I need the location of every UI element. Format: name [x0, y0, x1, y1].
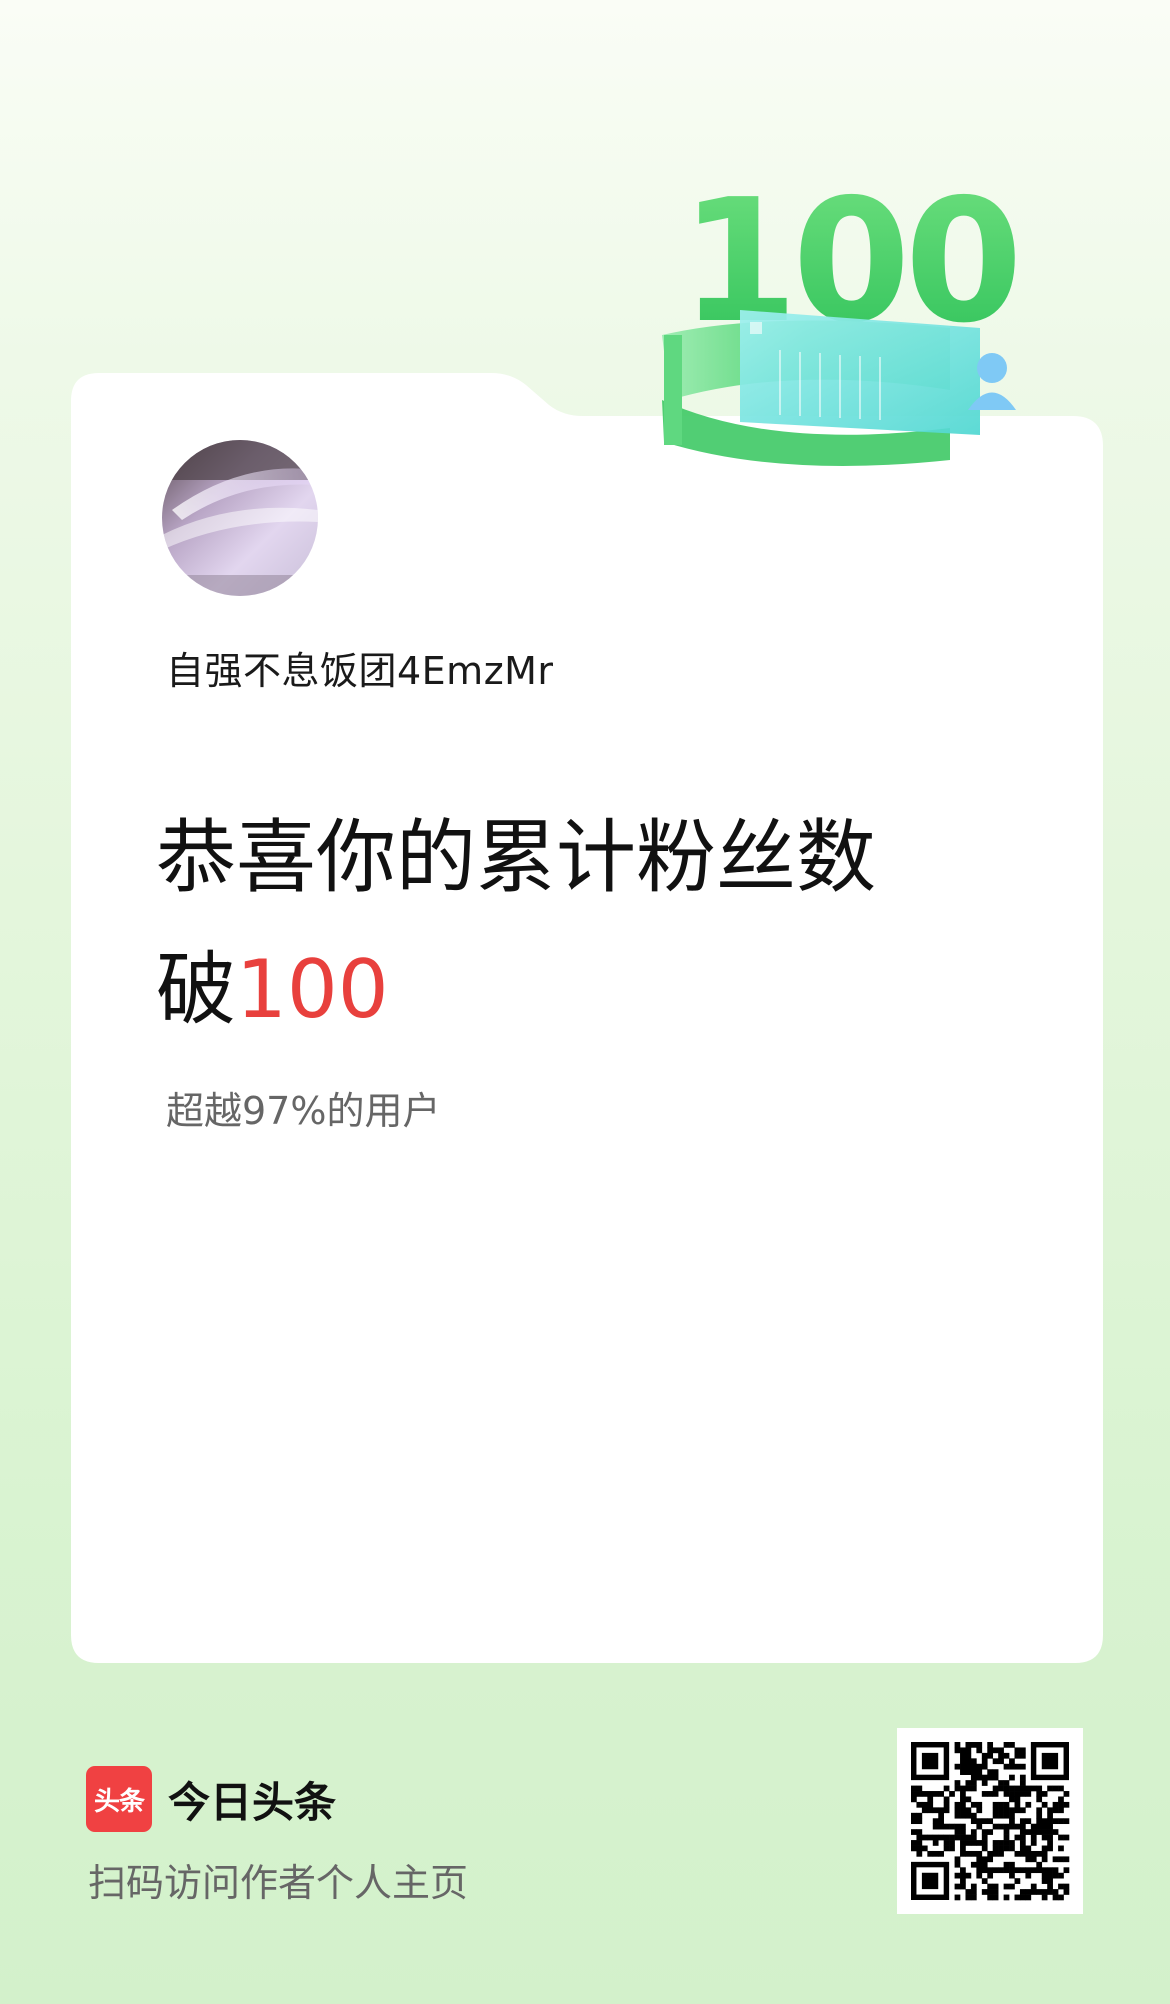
footer-hint: 扫码访问作者个人主页 [88, 1861, 469, 1905]
username: 自强不息饭团4EmzMr [166, 649, 554, 693]
avatar [162, 440, 318, 596]
milestone-headline: 恭喜你的累计粉丝数 破100 [156, 792, 976, 1056]
headline-line-1: 恭喜你的累计粉丝数 [156, 811, 876, 904]
surpass-text: 超越97%的用户 [166, 1089, 441, 1133]
qr-code[interactable] [897, 1728, 1083, 1914]
logo-text: 头条 [93, 1786, 145, 1817]
app-name: 今日头条 [168, 1777, 337, 1827]
headline-line-2: 破100 [156, 924, 976, 1056]
headline-prefix: 破 [156, 943, 236, 1036]
follower-count: 100 [236, 943, 389, 1036]
brand: 头条 今日头条 [86, 1766, 336, 1832]
milestone-badge-illustration: 100 [650, 160, 1023, 500]
toutiao-logo-icon: 头条 [86, 1766, 152, 1832]
